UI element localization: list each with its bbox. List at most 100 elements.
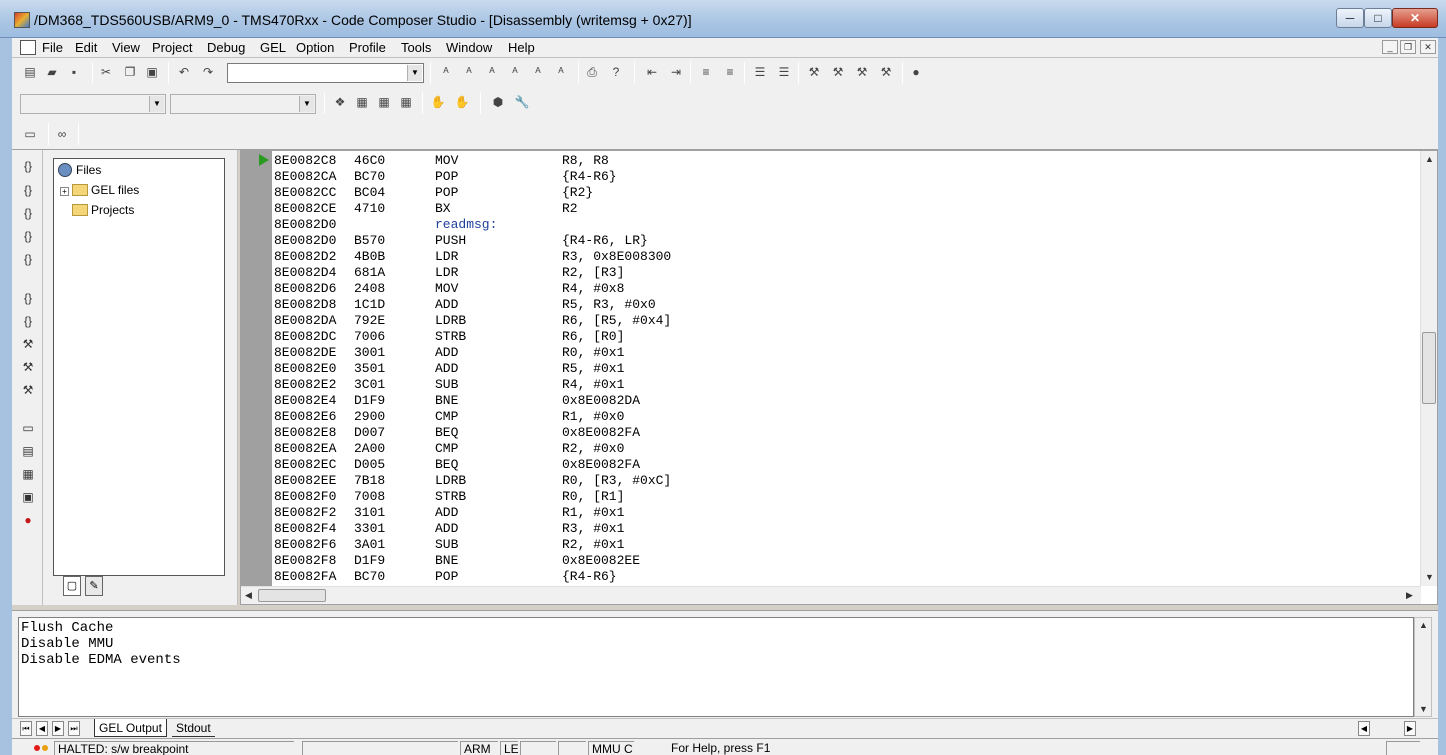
run-hand-icon[interactable]: ✋ bbox=[454, 94, 470, 110]
open-folder-icon[interactable]: ▰ bbox=[44, 64, 60, 80]
disassembly-row[interactable]: 8E0082DE 3001 ADD R0, #0x1 bbox=[274, 345, 1414, 361]
paste-icon[interactable]: ▣ bbox=[144, 64, 160, 80]
scroll-down-icon[interactable]: ▼ bbox=[1419, 704, 1428, 714]
copy-icon[interactable]: ❐ bbox=[122, 64, 138, 80]
next-bookmark-icon[interactable]: ᴬ bbox=[553, 64, 569, 80]
comment-icon[interactable]: ≡ bbox=[698, 64, 714, 80]
asm-step-over-icon[interactable]: {} bbox=[20, 313, 36, 329]
redo-icon[interactable]: ↷ bbox=[200, 64, 216, 80]
build-options-icon[interactable]: 🔧 bbox=[514, 94, 530, 110]
memory-icon[interactable]: ▤ bbox=[20, 443, 36, 459]
decrease-indent-icon[interactable]: ☰ bbox=[752, 64, 768, 80]
menu-help[interactable]: Help bbox=[508, 40, 535, 55]
mdi-minimize-button[interactable]: _ bbox=[1382, 40, 1398, 54]
cut-icon[interactable]: ✂ bbox=[98, 64, 114, 80]
vertical-scrollbar[interactable]: ▲ ▼ bbox=[1420, 151, 1437, 586]
halt-hand-icon[interactable]: ✋ bbox=[430, 94, 446, 110]
file-view-tab[interactable]: ▢ bbox=[63, 576, 81, 596]
scroll-down-icon[interactable]: ▼ bbox=[1425, 572, 1434, 582]
minimize-button[interactable]: ─ bbox=[1336, 8, 1364, 28]
run-icon[interactable]: ⚒ bbox=[20, 336, 36, 352]
mdi-restore-button[interactable]: ❐ bbox=[1400, 40, 1416, 54]
disassembly-row[interactable]: 8E0082D2 4B0B LDR R3, 0x8E008300 bbox=[274, 249, 1414, 265]
step-over-icon[interactable]: {} bbox=[20, 182, 36, 198]
breakpoint-icon[interactable]: ⬢ bbox=[490, 94, 506, 110]
disassembly-row[interactable]: 8E0082DC 7006 STRB R6, [R0] bbox=[274, 329, 1414, 345]
build-icon[interactable]: ⚒ bbox=[806, 64, 822, 80]
tab-stdout[interactable]: Stdout bbox=[172, 719, 215, 737]
scroll-up-icon[interactable]: ▲ bbox=[1419, 620, 1428, 630]
stop-build-icon[interactable]: ▦ bbox=[398, 94, 414, 110]
disassembly-row[interactable]: 8E0082F8 D1F9 BNE 0x8E0082EE bbox=[274, 553, 1414, 569]
disassembly-row[interactable]: 8E0082F6 3A01 SUB R2, #0x1 bbox=[274, 537, 1414, 553]
set-pc-to-cursor-icon[interactable]: {} bbox=[20, 251, 36, 267]
disassembly-row[interactable]: 8E0082F4 3301 ADD R3, #0x1 bbox=[274, 521, 1414, 537]
disassembly-row[interactable]: 8E0082E2 3C01 SUB R4, #0x1 bbox=[274, 377, 1414, 393]
scroll-right-icon[interactable]: ▶ bbox=[1406, 590, 1413, 601]
compile-icon[interactable]: ⚒ bbox=[854, 64, 870, 80]
menu-window[interactable]: Window bbox=[446, 40, 492, 55]
menu-project[interactable]: Project bbox=[152, 40, 192, 55]
debug-toggle-icon[interactable]: ● bbox=[908, 64, 924, 80]
disassembly-window-icon[interactable] bbox=[20, 40, 36, 55]
chevron-down-icon[interactable]: ▼ bbox=[299, 96, 314, 112]
disassembly-icon[interactable]: ▦ bbox=[20, 466, 36, 482]
disassembly-row[interactable]: 8E0082E8 D007 BEQ 0x8E0082FA bbox=[274, 425, 1414, 441]
context-help-icon[interactable]: ? bbox=[608, 64, 624, 80]
memory-window-icon[interactable]: ▭ bbox=[22, 126, 38, 142]
disassembly-row[interactable]: 8E0082CE 4710 BX R2 bbox=[274, 201, 1414, 217]
menu-option[interactable]: Option bbox=[296, 40, 334, 55]
undo-icon[interactable]: ↶ bbox=[176, 64, 192, 80]
menu-file[interactable]: File bbox=[42, 40, 63, 55]
disassembly-row[interactable]: 8E0082CA BC70 POP {R4-R6} bbox=[274, 169, 1414, 185]
breakpoint-gutter[interactable] bbox=[241, 151, 272, 586]
next-tab-icon[interactable]: ▶ bbox=[52, 721, 64, 736]
rebuild-all-icon[interactable]: ▦ bbox=[376, 94, 392, 110]
tab-gel-output[interactable]: GEL Output bbox=[94, 719, 167, 737]
stop-build-icon[interactable]: ⚒ bbox=[878, 64, 894, 80]
disassembly-row[interactable]: 8E0082CC BC04 POP {R2} bbox=[274, 185, 1414, 201]
watch-window-icon[interactable]: ▣ bbox=[20, 489, 36, 505]
disassembly-row[interactable]: 8E0082D0 B570 PUSH {R4-R6, LR} bbox=[274, 233, 1414, 249]
menu-profile[interactable]: Profile bbox=[349, 40, 386, 55]
bookmarks-tab[interactable]: ✎ bbox=[85, 576, 103, 596]
previous-tab-icon[interactable]: ◀ bbox=[36, 721, 48, 736]
find-previous-icon[interactable]: ᴬ bbox=[484, 64, 500, 80]
tabs-scroll-right-icon[interactable]: ▶ bbox=[1404, 721, 1416, 736]
disassembly-row[interactable]: 8E0082E4 D1F9 BNE 0x8E0082DA bbox=[274, 393, 1414, 409]
find-in-files-icon[interactable]: ᴬ bbox=[507, 64, 523, 80]
chevron-down-icon[interactable]: ▼ bbox=[149, 96, 164, 112]
last-tab-icon[interactable]: ⏭ bbox=[68, 721, 80, 736]
first-tab-icon[interactable]: ⏮ bbox=[20, 721, 32, 736]
print-icon[interactable]: ⎙ bbox=[584, 64, 600, 80]
close-button[interactable]: ✕ bbox=[1392, 8, 1438, 28]
halt-icon[interactable]: ⚒ bbox=[20, 359, 36, 375]
menu-view[interactable]: View bbox=[112, 40, 140, 55]
rebuild-icon[interactable]: ⚒ bbox=[830, 64, 846, 80]
menu-debug[interactable]: Debug bbox=[207, 40, 245, 55]
horizontal-scrollbar[interactable]: ◀ ▶ bbox=[241, 586, 1421, 604]
maximize-button[interactable]: □ bbox=[1364, 8, 1392, 28]
tree-item-projects[interactable]: Projects bbox=[72, 203, 134, 217]
disassembly-row[interactable]: 8E0082FA BC70 POP {R4-R6} bbox=[274, 569, 1414, 585]
scroll-up-icon[interactable]: ▲ bbox=[1425, 154, 1434, 164]
tree-root-files[interactable]: Files bbox=[58, 163, 101, 177]
menu-tools[interactable]: Tools bbox=[401, 40, 431, 55]
mdi-close-button[interactable]: ✕ bbox=[1420, 40, 1436, 54]
output-vertical-scrollbar[interactable]: ▲ ▼ bbox=[1414, 617, 1432, 717]
new-file-icon[interactable]: ▤ bbox=[22, 64, 38, 80]
breakpoint-toggle-icon[interactable]: ● bbox=[20, 512, 36, 528]
chevron-down-icon[interactable]: ▼ bbox=[407, 65, 422, 81]
disassembly-row[interactable]: 8E0082D4 681A LDR R2, [R3] bbox=[274, 265, 1414, 281]
disassembly-row[interactable]: 8E0082C8 46C0 MOV R8, R8 bbox=[274, 153, 1414, 169]
menu-edit[interactable]: Edit bbox=[75, 40, 97, 55]
compile-file-icon[interactable]: ❖ bbox=[332, 94, 348, 110]
disassembly-row[interactable]: 8E0082EE 7B18 LDRB R0, [R3, #0xC] bbox=[274, 473, 1414, 489]
toggle-bookmark-icon[interactable]: ᴬ bbox=[530, 64, 546, 80]
disassembly-row[interactable]: 8E0082F0 7008 STRB R0, [R1] bbox=[274, 489, 1414, 505]
run-to-cursor-icon[interactable]: {} bbox=[20, 228, 36, 244]
disassembly-row[interactable]: 8E0082E0 3501 ADD R5, #0x1 bbox=[274, 361, 1414, 377]
step-into-icon[interactable]: {} bbox=[20, 158, 36, 174]
disassembly-row[interactable]: 8E0082F2 3101 ADD R1, #0x1 bbox=[274, 505, 1414, 521]
find-next-icon[interactable]: ᴬ bbox=[461, 64, 477, 80]
